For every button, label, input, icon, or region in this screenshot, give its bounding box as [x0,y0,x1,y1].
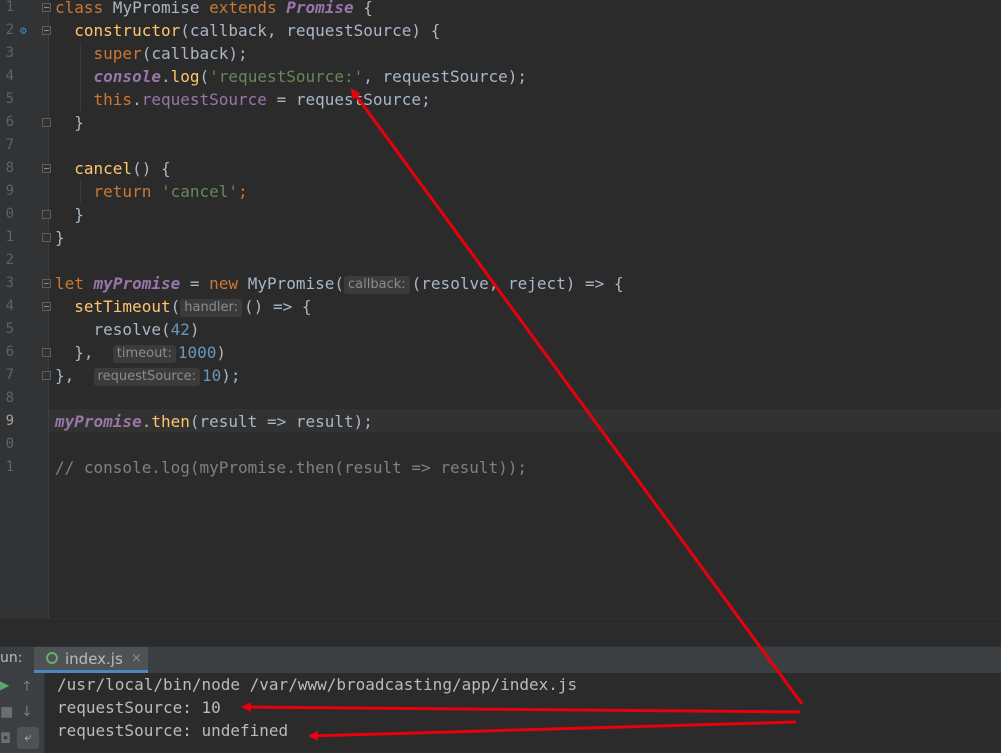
code-line-17: }, requestSource: 10); [55,366,241,386]
fold-end-marker[interactable] [42,348,51,357]
close-icon[interactable]: × [131,651,142,666]
line-number: 1 [5,0,14,15]
param-hint: callback: [344,276,410,294]
line-number: 7 [5,367,14,383]
fold-end-marker[interactable] [42,210,51,219]
code-line-21: // console.log(myPromise.then(result => … [55,458,528,477]
fold-end-marker[interactable] [42,118,51,127]
panel-divider[interactable] [0,618,1001,647]
line-number: 7 [5,137,14,153]
code-editor[interactable]: 1 2 3 4 5 6 7 8 9 0 1 2 3 4 5 6 7 8 9 0 … [0,0,1001,618]
line-number: 5 [5,91,14,107]
line-number: 3 [5,45,14,61]
param-hint: handler: [180,299,243,317]
code-line-16: }, timeout: 1000) [74,343,227,363]
line-number: 6 [5,344,14,360]
code-line-14: setTimeout(handler:() => { [74,297,312,317]
code-line-19: myPromise.then(result => result); [55,412,373,431]
line-number: 0 [5,206,14,222]
camera-icon[interactable]: ◘ [0,731,11,747]
code-line-6: } [74,113,84,132]
line-number: 8 [5,390,14,406]
override-method-icon[interactable]: ⚙︎ [20,24,27,37]
line-number: 8 [5,160,14,176]
line-number: 4 [5,298,14,314]
console-output[interactable]: /usr/local/bin/node /var/www/broadcastin… [45,673,1001,753]
line-number: 6 [5,114,14,130]
run-panel-label: un: [0,650,23,666]
code-line-15: resolve(42) [93,320,200,339]
code-line-5: this.requestSource = requestSource; [93,90,431,109]
code-line-10: } [74,205,84,224]
param-hint: timeout: [112,345,176,363]
param-hint: requestSource: [93,368,200,386]
line-number: 1 [5,229,14,245]
line-number: 2 [5,22,14,38]
run-tab-index-js[interactable]: index.js × [34,647,148,673]
line-number-active: 9 [5,413,14,429]
down-arrow-icon[interactable]: ↓ [21,704,33,720]
code-line-2: constructor(callback, requestSource) { [74,21,441,40]
run-icon[interactable]: ▶ [0,678,9,692]
line-number: 5 [5,321,14,337]
fold-toggle[interactable] [42,3,51,12]
code-line-13: let myPromise = new MyPromise(callback:(… [55,274,624,294]
code-line-3: super(callback); [93,44,248,63]
run-toolbar: ▶ ↑ ■ ↓ ◘ ⤶ [0,673,45,753]
line-number: 3 [5,275,14,291]
console-line: requestSource: undefined [57,721,289,740]
up-arrow-icon[interactable]: ↑ [21,679,33,695]
fold-toggle[interactable] [42,164,51,173]
line-number: 9 [5,183,14,199]
console-line: requestSource: 10 [57,698,221,717]
run-tab-label: index.js [65,650,123,668]
code-line-1: class MyPromise extends Promise { [55,0,373,17]
code-line-4: console.log('requestSource:', requestSou… [93,67,528,86]
soft-wrap-icon[interactable]: ⤶ [17,727,39,749]
line-number: 1 [5,459,14,475]
code-line-11: } [55,228,65,247]
code-line-9: return 'cancel'; [93,182,248,201]
fold-end-marker[interactable] [42,233,51,242]
code-line-8: cancel() { [74,159,171,178]
fold-toggle[interactable] [42,279,51,288]
fold-toggle[interactable] [42,302,51,311]
console-line: /usr/local/bin/node /var/www/broadcastin… [57,675,578,694]
nodejs-icon [46,652,58,664]
stop-icon[interactable]: ■ [0,704,13,720]
fold-end-marker[interactable] [42,371,51,380]
line-number: 2 [5,252,14,268]
run-panel-header: un: index.js × [0,646,1001,674]
line-number: 4 [5,68,14,84]
line-number: 0 [5,436,14,452]
fold-toggle[interactable] [42,26,51,35]
